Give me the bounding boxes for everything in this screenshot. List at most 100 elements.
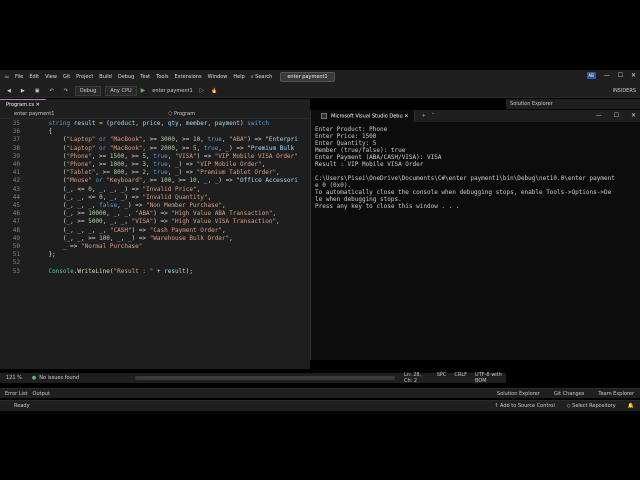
line-number: 46 bbox=[12, 210, 20, 218]
console-close-icon[interactable]: ✕ bbox=[631, 112, 636, 119]
line-number: 49 bbox=[12, 234, 20, 242]
horizontal-scrollbar[interactable] bbox=[135, 376, 395, 380]
menu-edit[interactable]: Edit bbox=[29, 74, 39, 80]
zoom-level[interactable]: 121 % bbox=[6, 375, 22, 381]
letterbox-top bbox=[0, 0, 640, 70]
maximize-icon[interactable]: ☐ bbox=[618, 72, 623, 79]
check-circle-icon: ● bbox=[31, 375, 37, 381]
line-number: 51 bbox=[12, 251, 20, 259]
console-icon bbox=[321, 112, 327, 119]
console-line: Enter Payment (ABA/CASH/VISA): VISA bbox=[315, 154, 442, 161]
line-number: 47 bbox=[12, 218, 20, 226]
undo-icon[interactable]: ↶ bbox=[46, 87, 56, 95]
close-tab-icon[interactable]: ✕ bbox=[36, 102, 40, 108]
search-menu[interactable]: ⌕ Search bbox=[251, 74, 273, 80]
platform-dropdown[interactable]: Any CPU bbox=[105, 85, 137, 96]
type-dropdown[interactable]: ⬡ Program bbox=[160, 111, 195, 117]
code-text: (_, >= 5000, _, _, "VISA") => "High Valu… bbox=[34, 218, 280, 226]
line-number: 45 bbox=[12, 202, 20, 209]
cursor-info: Ln: 28, Ch: 2 SPC CRLF UTF-8 with BOM bbox=[404, 372, 506, 384]
line-number: 39 bbox=[12, 152, 20, 160]
console-line: Press any key to close this window . . . bbox=[315, 203, 460, 210]
tab-solution-explorer[interactable]: Solution Explorer bbox=[497, 391, 540, 397]
menu-test[interactable]: Test bbox=[140, 74, 150, 80]
console-line: Enter Price: 1500 bbox=[315, 133, 377, 140]
navigation-bar: enter payment1 ⬡ Program bbox=[0, 109, 310, 119]
save-icon[interactable]: ▣ bbox=[32, 87, 43, 95]
menu-help[interactable]: Help bbox=[233, 74, 244, 80]
code-text: ("Laptop" or "MacBook", >= 2000, >= 5, t… bbox=[34, 144, 295, 152]
notifications-icon[interactable]: 🔔 bbox=[628, 403, 634, 409]
code-text: _ => "Normal Purchase" bbox=[62, 243, 143, 250]
select-repository-button[interactable]: ◇ Select Repository bbox=[567, 403, 616, 409]
code-editor[interactable]: 35 string result = (product, price, qty,… bbox=[0, 119, 310, 369]
menu-git[interactable]: Git bbox=[63, 74, 70, 80]
chevron-down-icon[interactable]: ˅ bbox=[432, 113, 435, 119]
tab-program-cs[interactable]: Program.cs ✕ bbox=[0, 99, 46, 109]
close-console-tab-icon[interactable]: ✕ bbox=[404, 113, 408, 119]
code-text: ("Mouse" or "Keyboard", >= 100, >= 10, _… bbox=[34, 177, 298, 185]
status-bar: Ready ↑ Add to Source Control ◇ Select R… bbox=[0, 400, 640, 411]
menu-project[interactable]: Project bbox=[76, 74, 93, 80]
line-column[interactable]: Ln: 28, Ch: 2 bbox=[404, 372, 429, 384]
console-line: Enter Quantity: 5 bbox=[315, 140, 377, 147]
menu-extensions[interactable]: Extensions bbox=[174, 74, 201, 80]
line-number: 52 bbox=[12, 259, 20, 267]
add-to-source-control-button[interactable]: ↑ Add to Source Control bbox=[494, 403, 555, 409]
console-window-controls: — ☐ ✕ bbox=[596, 112, 636, 119]
code-text: }; bbox=[34, 251, 56, 259]
menu-file[interactable]: File bbox=[15, 74, 23, 80]
avatar[interactable]: AB bbox=[586, 72, 596, 79]
insiders-badge: INSIDERS bbox=[612, 87, 636, 94]
console-minimize-icon[interactable]: — bbox=[596, 112, 602, 119]
debug-console-window: Microsoft Visual Studio Debu ✕ + ˅ — ☐ ✕… bbox=[310, 109, 640, 360]
menu-window[interactable]: Window bbox=[208, 74, 228, 80]
start-without-debugging-icon[interactable]: ▷ bbox=[200, 87, 205, 94]
menu-debug[interactable]: Debug bbox=[118, 74, 134, 80]
letterbox-bottom bbox=[0, 411, 640, 480]
close-icon[interactable]: ✕ bbox=[631, 72, 636, 79]
console-line: le when debugging stops. bbox=[315, 196, 402, 203]
new-tab-button[interactable]: + bbox=[421, 113, 425, 119]
start-icon[interactable]: ▶ bbox=[141, 87, 146, 94]
line-number: 48 bbox=[12, 226, 20, 234]
file-encoding[interactable]: UTF-8 with BOM bbox=[475, 372, 506, 384]
issues-indicator[interactable]: No issues found bbox=[39, 375, 79, 381]
menu-build[interactable]: Build bbox=[99, 74, 112, 80]
back-icon[interactable]: ◀ bbox=[4, 87, 14, 95]
solution-name[interactable]: enter payment1 bbox=[280, 72, 335, 82]
console-tab[interactable]: Microsoft Visual Studio Debu ✕ bbox=[311, 109, 416, 123]
line-number: 43 bbox=[12, 185, 20, 193]
line-number: 35 bbox=[12, 120, 20, 127]
forward-icon[interactable]: ▶ bbox=[18, 87, 28, 95]
minimize-icon[interactable]: — bbox=[604, 72, 610, 79]
configuration-dropdown[interactable]: Debug bbox=[74, 85, 102, 96]
right-tool-tabs: Solution Explorer Git Changes Team Explo… bbox=[497, 391, 634, 397]
code-text: ("Laptop" or "MacBook", >= 3000, >= 10, … bbox=[34, 136, 298, 144]
code-text: (_, <= 0, _, _, _) => "Invalid Price", bbox=[34, 185, 201, 193]
console-title-bar: Microsoft Visual Studio Debu ✕ + ˅ — ☐ ✕ bbox=[311, 109, 640, 123]
line-number: 50 bbox=[12, 243, 20, 250]
code-text: { bbox=[34, 128, 53, 136]
line-number: 40 bbox=[12, 161, 20, 168]
indent-mode[interactable]: SPC bbox=[437, 372, 447, 384]
redo-icon[interactable]: ↷ bbox=[61, 87, 71, 95]
console-line: Result : VIP Mobile VISA Order bbox=[315, 161, 424, 168]
line-endings[interactable]: CRLF bbox=[454, 372, 467, 384]
tab-output[interactable]: Output bbox=[33, 391, 50, 397]
hot-reload-icon[interactable]: 🔥 bbox=[208, 87, 220, 95]
line-number: 37 bbox=[12, 136, 20, 144]
code-text: (_, _, <= 0, _, _) => "Invalid Quantity"… bbox=[34, 193, 212, 201]
start-target-button[interactable]: enter payment1 bbox=[149, 87, 195, 95]
status-ready: Ready bbox=[14, 403, 30, 409]
solution-explorer-header[interactable]: Solution Explorer bbox=[506, 99, 640, 109]
tab-error-list[interactable]: Error List bbox=[5, 391, 28, 397]
console-maximize-icon[interactable]: ☐ bbox=[614, 112, 619, 119]
menu-tools[interactable]: Tools bbox=[156, 74, 168, 80]
tab-team-explorer[interactable]: Team Explorer bbox=[598, 391, 634, 397]
window-controls: AB — ☐ ✕ bbox=[586, 72, 636, 79]
project-dropdown[interactable]: enter payment1 bbox=[0, 111, 160, 117]
tab-git-changes[interactable]: Git Changes bbox=[554, 391, 585, 397]
menu-view[interactable]: View bbox=[45, 74, 57, 80]
console-line: e 0 (0x0). bbox=[315, 182, 352, 189]
